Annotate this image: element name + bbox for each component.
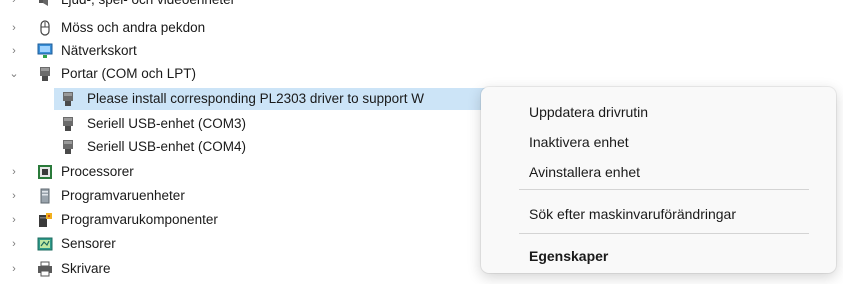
chevron-right-icon[interactable]: › (9, 233, 19, 255)
chevron-right-icon[interactable]: › (9, 40, 19, 62)
tree-item-label: Sensorer (61, 236, 116, 251)
speaker-icon (37, 0, 53, 8)
software-device-icon (37, 188, 53, 204)
tree-item-label: Portar (COM och LPT) (61, 66, 197, 81)
menu-separator (519, 189, 809, 190)
tree-item-label: Nätverkskort (61, 43, 137, 58)
context-menu: Uppdatera drivrutin Inaktivera enhet Avi… (481, 87, 836, 273)
processor-icon (37, 164, 53, 180)
chevron-right-icon[interactable]: › (9, 161, 19, 183)
port-icon (37, 66, 53, 82)
tree-item-label: Processorer (61, 164, 134, 179)
menu-item-update-driver[interactable]: Uppdatera drivrutin (529, 100, 648, 124)
mouse-icon (37, 20, 53, 36)
chevron-down-icon[interactable]: ⌄ (9, 63, 19, 85)
chevron-right-icon[interactable]: › (9, 17, 19, 39)
chevron-right-icon[interactable]: › (9, 185, 19, 207)
tree-item-label: Programvaruenheter (61, 188, 185, 203)
sensor-icon (37, 236, 53, 252)
chevron-right-icon[interactable]: › (9, 258, 19, 280)
chevron-right-icon[interactable]: › (9, 0, 19, 11)
menu-item-scan-hardware[interactable]: Sök efter maskinvaruförändringar (529, 202, 736, 226)
printer-icon (37, 261, 53, 277)
tree-item-label: Seriell USB-enhet (COM4) (87, 139, 247, 154)
tree-item-label: Please install corresponding PL2303 driv… (87, 91, 424, 106)
software-component-icon (37, 212, 53, 228)
tree-item-label: Seriell USB-enhet (COM3) (87, 116, 247, 131)
tree-item-label: Ljud-, spel- och videoenheter (61, 0, 235, 11)
tree-item-label: Programvarukomponenter (61, 212, 218, 227)
menu-separator (519, 233, 809, 234)
port-icon (60, 116, 76, 132)
port-icon (60, 91, 76, 107)
menu-item-disable-device[interactable]: Inaktivera enhet (529, 130, 629, 154)
tree-item-label: Möss och andra pekdon (61, 20, 206, 35)
chevron-right-icon[interactable]: › (9, 209, 19, 231)
network-adapter-icon (37, 43, 53, 59)
menu-item-properties[interactable]: Egenskaper (529, 244, 608, 268)
port-icon (60, 139, 76, 155)
menu-item-uninstall-device[interactable]: Avinstallera enhet (529, 160, 640, 184)
tree-item-label: Skrivare (61, 261, 111, 276)
